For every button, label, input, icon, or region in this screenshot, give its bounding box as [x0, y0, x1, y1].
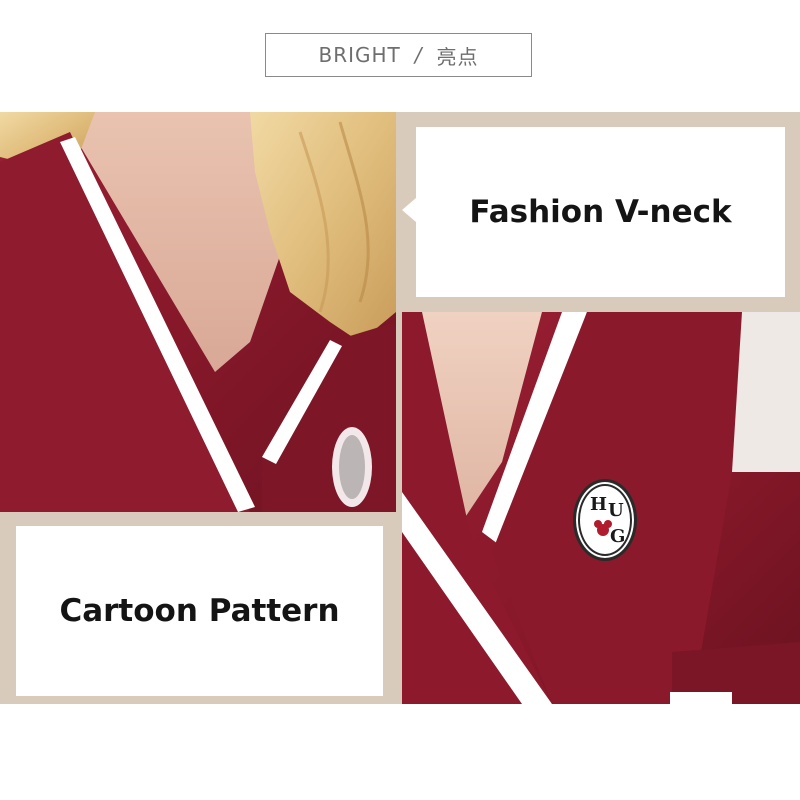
badge-letter-h: H [590, 494, 608, 515]
section-title-box: BRIGHT / 亮点 [265, 33, 532, 77]
hug-badge-icon: H U G [573, 479, 637, 561]
pointer-arrow-left [402, 198, 416, 222]
section-title-separator: / [414, 43, 423, 67]
feature-label-vneck-text: Fashion V-neck [469, 194, 732, 230]
feature-label-vneck: Fashion V-neck [416, 127, 785, 297]
feature-label-cartoon-text: Cartoon Pattern [59, 593, 340, 629]
section-title-chinese: 亮点 [436, 44, 479, 69]
feature-label-cartoon: Cartoon Pattern [16, 526, 383, 696]
vneck-closeup-photo [0, 112, 396, 512]
section-title-english: BRIGHT [318, 43, 401, 67]
pointer-arrow-right [383, 598, 397, 622]
badge-letter-g: G [610, 526, 626, 547]
badge-letter-u: U [608, 500, 624, 521]
